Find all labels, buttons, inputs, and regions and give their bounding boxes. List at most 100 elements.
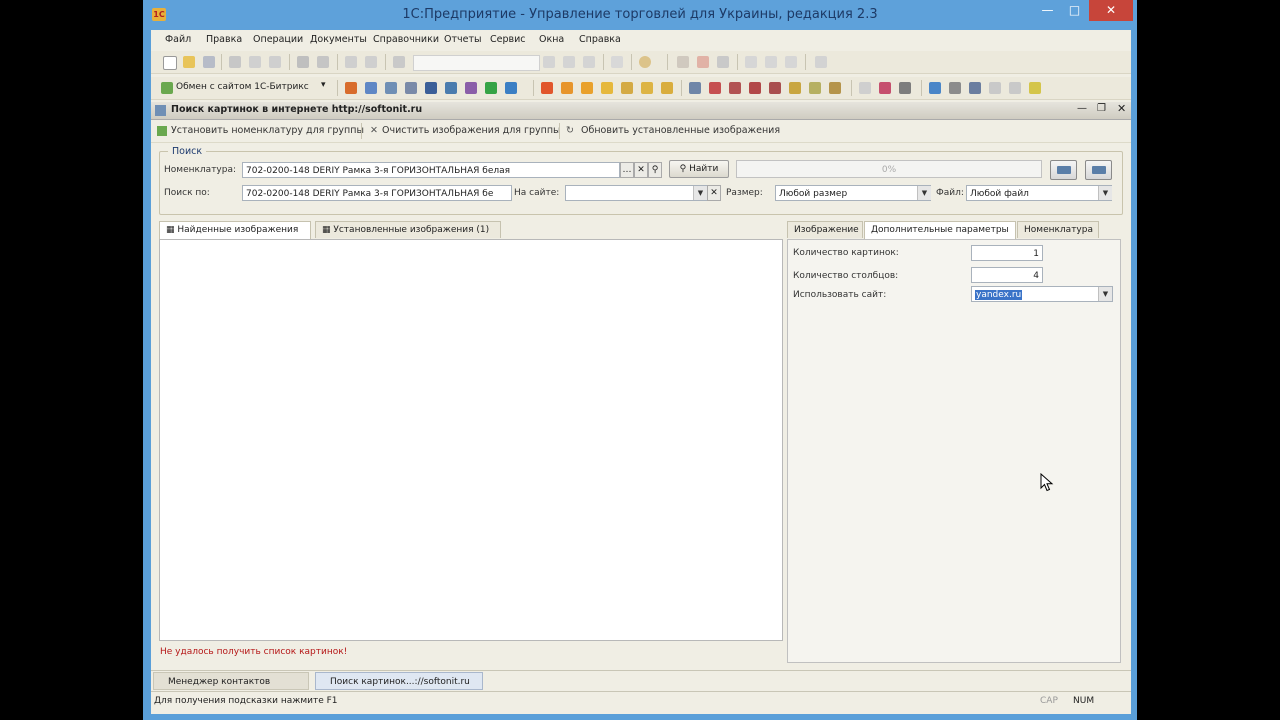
memory-m-icon[interactable]: [745, 56, 757, 68]
close-button[interactable]: ✕: [1089, 0, 1133, 21]
doc-restore-button[interactable]: ❐: [1097, 103, 1106, 114]
nomenclature-open-button[interactable]: ⚲: [648, 162, 662, 178]
tab-installed-images[interactable]: ▦ Установленные изображения (1): [315, 221, 501, 238]
search-next-icon[interactable]: [543, 56, 555, 68]
copy-icon[interactable]: [249, 56, 261, 68]
calculator-icon[interactable]: [697, 56, 709, 68]
printer-icon[interactable]: [949, 82, 961, 94]
report-2-icon[interactable]: [561, 82, 573, 94]
find-button[interactable]: ⚲ Найти: [669, 160, 729, 178]
receipt-icon[interactable]: [405, 82, 417, 94]
clear-images-button[interactable]: Очистить изображения для группы: [382, 125, 561, 136]
green-circle-icon[interactable]: [485, 82, 497, 94]
nomenclature-field[interactable]: 702-0200-148 DERIY Рамка 3-я ГОРИЗОНТАЛЬ…: [242, 162, 620, 178]
refresh-icon[interactable]: [611, 56, 623, 68]
doc-3-icon[interactable]: [729, 82, 741, 94]
tab-image[interactable]: Изображение: [787, 221, 863, 238]
cut-icon[interactable]: [229, 56, 241, 68]
size-dropdown-icon[interactable]: ▼: [917, 186, 931, 200]
quick-search-input[interactable]: [413, 55, 540, 71]
size-select[interactable]: Любой размер: [775, 185, 931, 201]
wintab-image-search[interactable]: Поиск картинок...://softonit.ru: [315, 672, 483, 690]
exchange-dropdown-icon[interactable]: ▾: [321, 80, 326, 90]
down-arrow-icon[interactable]: [1009, 82, 1021, 94]
minimize-button[interactable]: —: [1034, 0, 1061, 21]
file-dropdown-icon[interactable]: ▼: [1098, 186, 1112, 200]
wintab-contacts-manager[interactable]: Менеджер контактов: [153, 672, 309, 690]
order-icon[interactable]: [365, 82, 377, 94]
paste-icon[interactable]: [269, 56, 281, 68]
magnifier-icon[interactable]: [969, 82, 981, 94]
columns-count-field[interactable]: 4: [971, 267, 1043, 283]
exchange-bitrix-button[interactable]: Обмен с сайтом 1С-Битрикс: [176, 82, 309, 92]
new-document-icon[interactable]: [163, 56, 177, 70]
exchange-arrows-icon[interactable]: [505, 82, 517, 94]
doc-7-icon[interactable]: [809, 82, 821, 94]
file-select[interactable]: Любой файл: [966, 185, 1112, 201]
search-by-field[interactable]: 702-0200-148 DERIY Рамка 3-я ГОРИЗОНТАЛЬ…: [242, 185, 512, 201]
save-icon[interactable]: [203, 56, 215, 68]
notes-icon[interactable]: [717, 56, 729, 68]
memory-plus-icon[interactable]: [765, 56, 777, 68]
site-clear-button[interactable]: ✕: [707, 185, 721, 201]
nomenclature-clear-button[interactable]: ✕: [634, 162, 648, 178]
columns-icon[interactable]: [425, 82, 437, 94]
use-site-select[interactable]: yandex.ru: [971, 286, 1113, 302]
doc-2-icon[interactable]: [709, 82, 721, 94]
calendar-icon[interactable]: [677, 56, 689, 68]
key-icon[interactable]: [1029, 82, 1041, 94]
report-7-icon[interactable]: [661, 82, 673, 94]
find-icon[interactable]: [393, 56, 405, 68]
menu-operations[interactable]: Операции: [253, 34, 303, 45]
menu-documents[interactable]: Документы: [310, 34, 367, 45]
print-preview-icon[interactable]: [317, 56, 329, 68]
menu-edit[interactable]: Правка: [206, 34, 242, 45]
search-clear-icon[interactable]: [583, 56, 595, 68]
sort-icon[interactable]: [859, 82, 871, 94]
menu-service[interactable]: Сервис: [490, 34, 526, 45]
site-field[interactable]: [565, 185, 707, 201]
maximize-button[interactable]: □: [1061, 0, 1088, 21]
table-icon[interactable]: [989, 82, 1001, 94]
title-bar[interactable]: 1С 1С:Предприятие - Управление торговлей…: [143, 0, 1137, 30]
nomenclature-select-button[interactable]: …: [620, 162, 634, 178]
menu-file[interactable]: Файл: [165, 34, 191, 45]
invoice-icon[interactable]: [385, 82, 397, 94]
tools-icon[interactable]: [465, 82, 477, 94]
report-6-icon[interactable]: [641, 82, 653, 94]
undo-icon[interactable]: [345, 56, 357, 68]
back-button[interactable]: [1050, 160, 1077, 180]
use-site-dropdown-icon[interactable]: ▼: [1098, 287, 1112, 301]
report-1-icon[interactable]: [541, 82, 553, 94]
transfer-icon[interactable]: [879, 82, 891, 94]
book-icon[interactable]: [345, 82, 357, 94]
search-prev-icon[interactable]: [563, 56, 575, 68]
forward-button[interactable]: [1085, 160, 1112, 180]
redo-icon[interactable]: [365, 56, 377, 68]
doc-5-icon[interactable]: [769, 82, 781, 94]
menu-reports[interactable]: Отчеты: [444, 34, 482, 45]
menu-help[interactable]: Справка: [579, 34, 621, 45]
menu-windows[interactable]: Окна: [539, 34, 564, 45]
site-dropdown-icon[interactable]: ▼: [693, 186, 707, 200]
doc-8-icon[interactable]: [829, 82, 841, 94]
list-icon[interactable]: [899, 82, 911, 94]
grid-icon[interactable]: [445, 82, 457, 94]
report-3-icon[interactable]: [581, 82, 593, 94]
tab-additional-params[interactable]: Дополнительные параметры: [864, 221, 1016, 239]
doc-minimize-button[interactable]: —: [1077, 103, 1087, 114]
open-folder-icon[interactable]: [183, 56, 195, 68]
info-icon[interactable]: [639, 56, 651, 68]
menu-catalogs[interactable]: Справочники: [373, 34, 439, 45]
doc-1-icon[interactable]: [689, 82, 701, 94]
print-icon[interactable]: [297, 56, 309, 68]
arrow-right-icon[interactable]: [929, 82, 941, 94]
set-nomenclature-button[interactable]: Установить номенклатуру для группы: [171, 125, 364, 136]
doc-4-icon[interactable]: [749, 82, 761, 94]
doc-6-icon[interactable]: [789, 82, 801, 94]
doc-close-button[interactable]: ✕: [1117, 102, 1126, 115]
tab-found-images[interactable]: ▦ Найденные изображения: [159, 221, 311, 239]
report-5-icon[interactable]: [621, 82, 633, 94]
image-count-field[interactable]: 1: [971, 245, 1043, 261]
help-bulb-icon[interactable]: [815, 56, 827, 68]
